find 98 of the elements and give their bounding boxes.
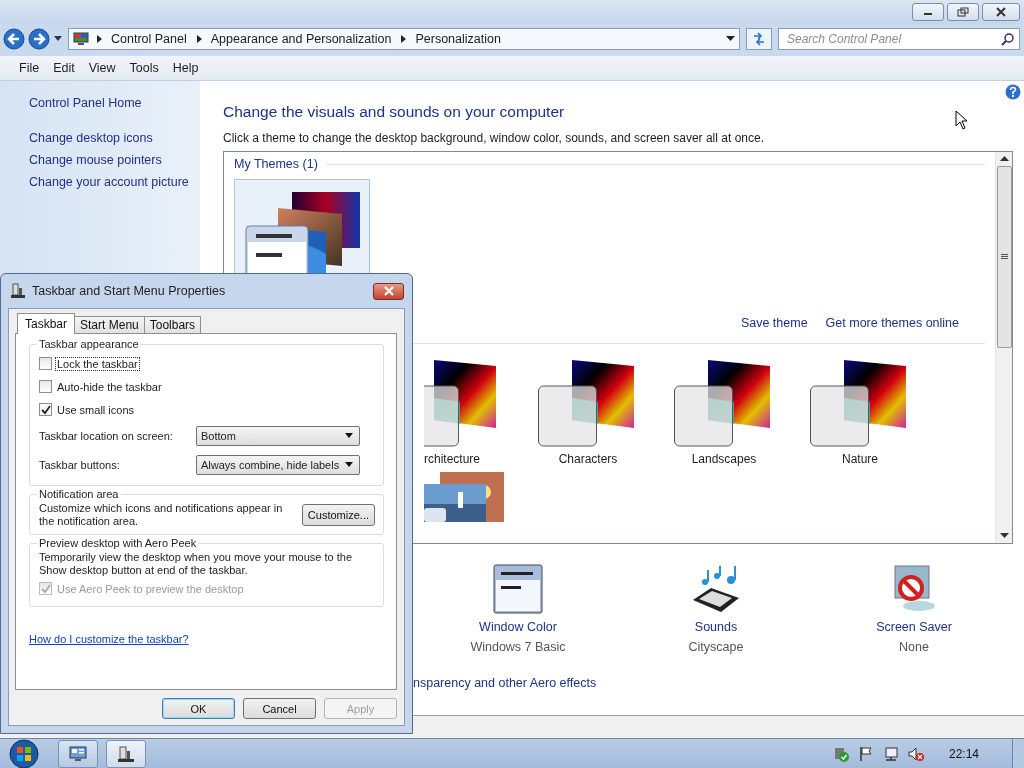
- breadcrumb-item[interactable]: Control Panel: [111, 32, 187, 46]
- caret-icon[interactable]: [54, 36, 62, 42]
- address-bar[interactable]: Control Panel Appearance and Personalization Personalization: [68, 28, 740, 50]
- muted-speaker-icon[interactable]: [907, 745, 924, 762]
- checkbox-label[interactable]: Lock the taskbar: [55, 356, 140, 371]
- close-button[interactable]: [373, 282, 404, 300]
- window-icon: [493, 564, 543, 614]
- theme-name: Landscapes: [691, 452, 757, 466]
- close-button[interactable]: [982, 3, 1020, 21]
- page-heading: Change the visuals and sounds on your computer: [223, 103, 565, 121]
- restore-icon: [957, 7, 969, 17]
- setting-item[interactable]: Window Color Windows 7 Basic: [419, 564, 617, 654]
- taskbar-button[interactable]: [106, 739, 146, 768]
- checkbox[interactable]: [39, 380, 52, 393]
- chevron-icon[interactable]: [401, 35, 408, 43]
- close-icon: [382, 286, 395, 296]
- restore-button[interactable]: [947, 3, 979, 21]
- taskbar-button[interactable]: [58, 739, 98, 768]
- minimize-button[interactable]: [912, 3, 944, 21]
- setting-item[interactable]: Sounds Cityscape: [617, 564, 815, 654]
- start-button[interactable]: [6, 738, 42, 768]
- back-button[interactable]: [2, 27, 26, 51]
- theme-name: rchitecture: [424, 452, 481, 466]
- group-heading: Taskbar appearance: [37, 338, 141, 350]
- checkbox-label[interactable]: Auto-hide the taskbar: [55, 379, 164, 394]
- dropdown[interactable]: Bottom: [196, 425, 360, 446]
- checkbox[interactable]: [39, 357, 52, 370]
- customize-button[interactable]: Customize...: [301, 504, 375, 526]
- setting-link[interactable]: Sounds: [694, 620, 738, 634]
- help-icon[interactable]: [1005, 84, 1021, 100]
- notification-text: Customize which icons and notifications appear in the notification area.: [39, 502, 284, 528]
- help-link[interactable]: How do I customize the taskbar?: [29, 633, 189, 645]
- sidebar-link[interactable]: Change desktop icons: [29, 131, 200, 145]
- menu-item[interactable]: View: [88, 61, 116, 75]
- sidebar-link[interactable]: Control Panel Home: [29, 96, 200, 110]
- refresh-icon: [751, 32, 767, 46]
- theme-name: Nature: [842, 452, 878, 466]
- clock[interactable]: 22:14: [948, 746, 979, 761]
- theme-name: Characters: [558, 452, 618, 466]
- field-label: Taskbar location on screen:: [39, 429, 174, 442]
- close-icon: [995, 7, 1007, 17]
- scroll-down-icon[interactable]: [999, 533, 1009, 539]
- menu-item[interactable]: Tools: [129, 61, 159, 75]
- setting-value: Windows 7 Basic: [470, 640, 566, 654]
- theme-link[interactable]: Get more themes online: [825, 316, 959, 330]
- aero-link[interactable]: nsparency and other Aero effects: [413, 676, 597, 690]
- sidebar-link[interactable]: Change mouse pointers: [29, 153, 200, 167]
- menu-item[interactable]: Help: [172, 61, 199, 75]
- refresh-button[interactable]: [746, 28, 772, 50]
- checkbox[interactable]: [39, 403, 52, 416]
- scrollbar[interactable]: [995, 152, 1012, 543]
- caret-icon: [345, 433, 353, 438]
- field-label: Taskbar buttons:: [39, 458, 121, 471]
- taskbar-properties-icon: [117, 744, 135, 763]
- page-description: Click a theme to change the desktop background, window color, sounds, and screen saver all at once.: [223, 131, 765, 145]
- group-heading: Preview desktop with Aero Peek: [37, 537, 199, 549]
- dialog-button[interactable]: OK: [162, 698, 235, 719]
- menu-item[interactable]: File: [19, 61, 40, 75]
- setting-link[interactable]: Screen Saver: [876, 620, 952, 634]
- search-icon: [1001, 33, 1014, 46]
- sidebar-link[interactable]: Change your account picture: [29, 175, 200, 189]
- checkbox-label[interactable]: Use small icons: [55, 402, 137, 417]
- security-icon[interactable]: [832, 745, 849, 762]
- taskbar-properties-icon: [10, 283, 26, 299]
- caret-icon[interactable]: [726, 36, 735, 42]
- theme-item[interactable]: Characters: [520, 358, 656, 466]
- dropdown[interactable]: Always combine, hide labels: [196, 454, 360, 475]
- dialog-title: Taskbar and Start Menu Properties: [32, 284, 227, 298]
- caret-icon: [345, 462, 353, 467]
- theme-item[interactable]: Nature: [792, 358, 928, 466]
- flag-icon[interactable]: [857, 745, 874, 762]
- tab[interactable]: Taskbar: [17, 313, 76, 334]
- dialog-button[interactable]: Cancel: [243, 698, 316, 719]
- grip-icon: [1000, 254, 1008, 260]
- theme-link[interactable]: Save theme: [740, 316, 808, 330]
- setting-item[interactable]: Screen Saver None: [815, 564, 1013, 654]
- monitor-icon: [73, 32, 89, 46]
- menu-item[interactable]: Edit: [53, 61, 75, 75]
- breadcrumb-item[interactable]: Personalization: [415, 32, 501, 46]
- mouse-cursor-icon: [955, 110, 969, 130]
- forward-button[interactable]: [27, 27, 51, 51]
- peek-text: Temporarily view the desktop when you move your mouse to the Show desktop button at end of the taskbar.: [39, 551, 354, 577]
- setting-value: Cityscape: [688, 640, 744, 654]
- group-heading: My Themes (1): [234, 157, 318, 171]
- tab[interactable]: Toolbars: [143, 316, 202, 333]
- breadcrumb-item[interactable]: Appearance and Personalization: [210, 32, 392, 46]
- search-field[interactable]: Search Control Panel: [778, 28, 1020, 50]
- theme-item[interactable]: Landscapes: [656, 358, 792, 466]
- setting-value: None: [899, 640, 929, 654]
- network-icon[interactable]: [882, 745, 899, 762]
- chevron-icon[interactable]: [196, 35, 203, 43]
- setting-link[interactable]: Window Color: [479, 620, 557, 634]
- scroll-up-icon[interactable]: [999, 156, 1009, 162]
- chevron-icon[interactable]: [97, 35, 103, 43]
- tab[interactable]: Start Menu: [74, 316, 145, 333]
- control-panel-icon: [69, 745, 87, 762]
- group-heading: Notification area: [37, 488, 121, 500]
- keyboard-music-icon: [691, 564, 741, 614]
